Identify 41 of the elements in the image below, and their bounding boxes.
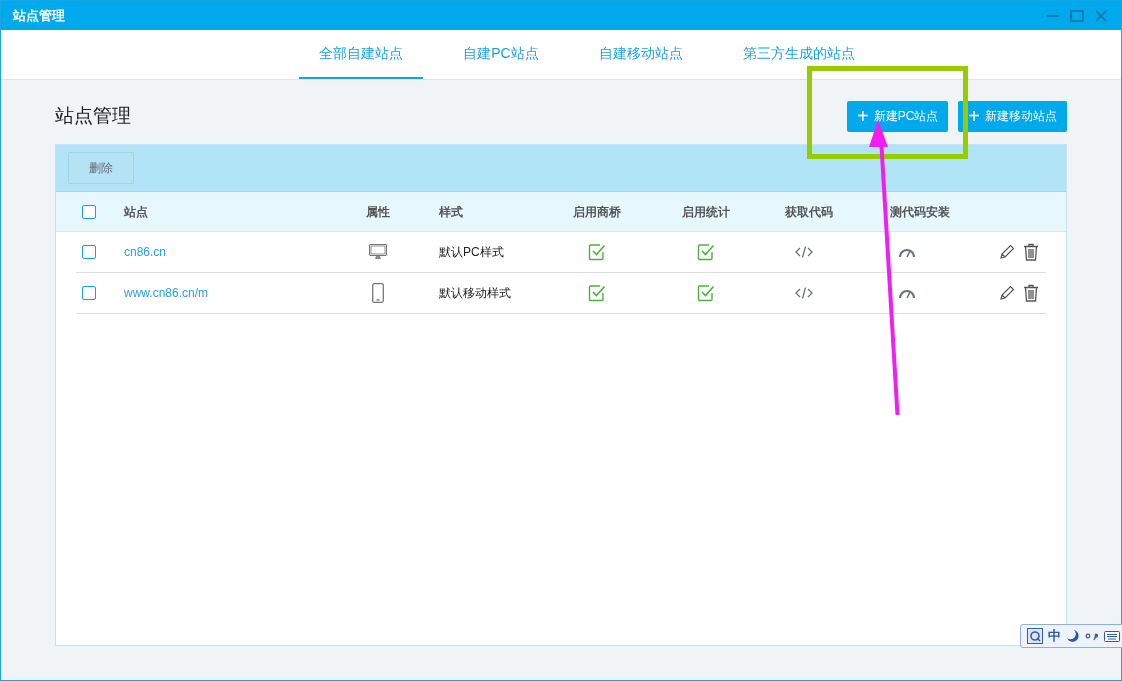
gauge-icon[interactable] <box>898 246 916 258</box>
checkbox[interactable] <box>82 286 96 300</box>
edit-icon[interactable] <box>999 285 1015 301</box>
new-site-button[interactable]: + 新建PC站点 <box>846 100 949 132</box>
phone-icon <box>372 283 384 303</box>
checkbox[interactable] <box>82 204 96 219</box>
delete-button[interactable]: 删除 <box>68 152 134 184</box>
column-header: 获取代码 <box>783 203 834 221</box>
ime-logo-icon[interactable] <box>1027 628 1043 644</box>
tab[interactable]: 自建PC站点 <box>443 30 559 79</box>
enabled-check-icon[interactable] <box>588 243 606 261</box>
enabled-check-icon[interactable] <box>697 284 715 302</box>
keyboard-icon[interactable] <box>1104 630 1120 642</box>
column-header: 样式 <box>438 203 464 221</box>
style-text: 默认移动样式 <box>438 285 512 302</box>
delete-icon[interactable] <box>1023 284 1039 302</box>
code-icon[interactable] <box>794 286 813 300</box>
enabled-check-icon[interactable] <box>588 284 606 302</box>
delete-icon[interactable] <box>1023 243 1039 261</box>
column-header: 站点 <box>124 203 149 221</box>
window-title: 站点管理 <box>13 6 65 25</box>
column-header: 启用商桥 <box>572 203 622 221</box>
gauge-icon[interactable] <box>898 287 916 299</box>
code-icon[interactable] <box>794 245 813 259</box>
tab[interactable]: 全部自建站点 <box>299 30 424 79</box>
ime-mode[interactable]: 中 <box>1048 626 1061 646</box>
tab[interactable]: 第三方生成的站点 <box>722 30 875 79</box>
monitor-icon <box>369 244 387 260</box>
column-header: 启用统计 <box>681 203 731 221</box>
page-heading: 站点管理 <box>55 103 131 128</box>
moon-icon[interactable] <box>1066 629 1080 643</box>
style-text: 默认PC样式 <box>438 244 505 261</box>
column-header: 属性 <box>365 203 391 221</box>
enabled-check-icon[interactable] <box>697 243 715 261</box>
site-link[interactable]: www.cn86.cn/m <box>124 284 344 302</box>
new-site-button[interactable]: + 新建移动站点 <box>958 100 1067 132</box>
site-link[interactable]: cn86.cn <box>124 243 344 261</box>
tab[interactable]: 自建移动站点 <box>578 30 703 79</box>
checkbox[interactable] <box>82 245 96 259</box>
edit-icon[interactable] <box>999 244 1015 260</box>
punctuation-icon[interactable] <box>1085 631 1099 641</box>
